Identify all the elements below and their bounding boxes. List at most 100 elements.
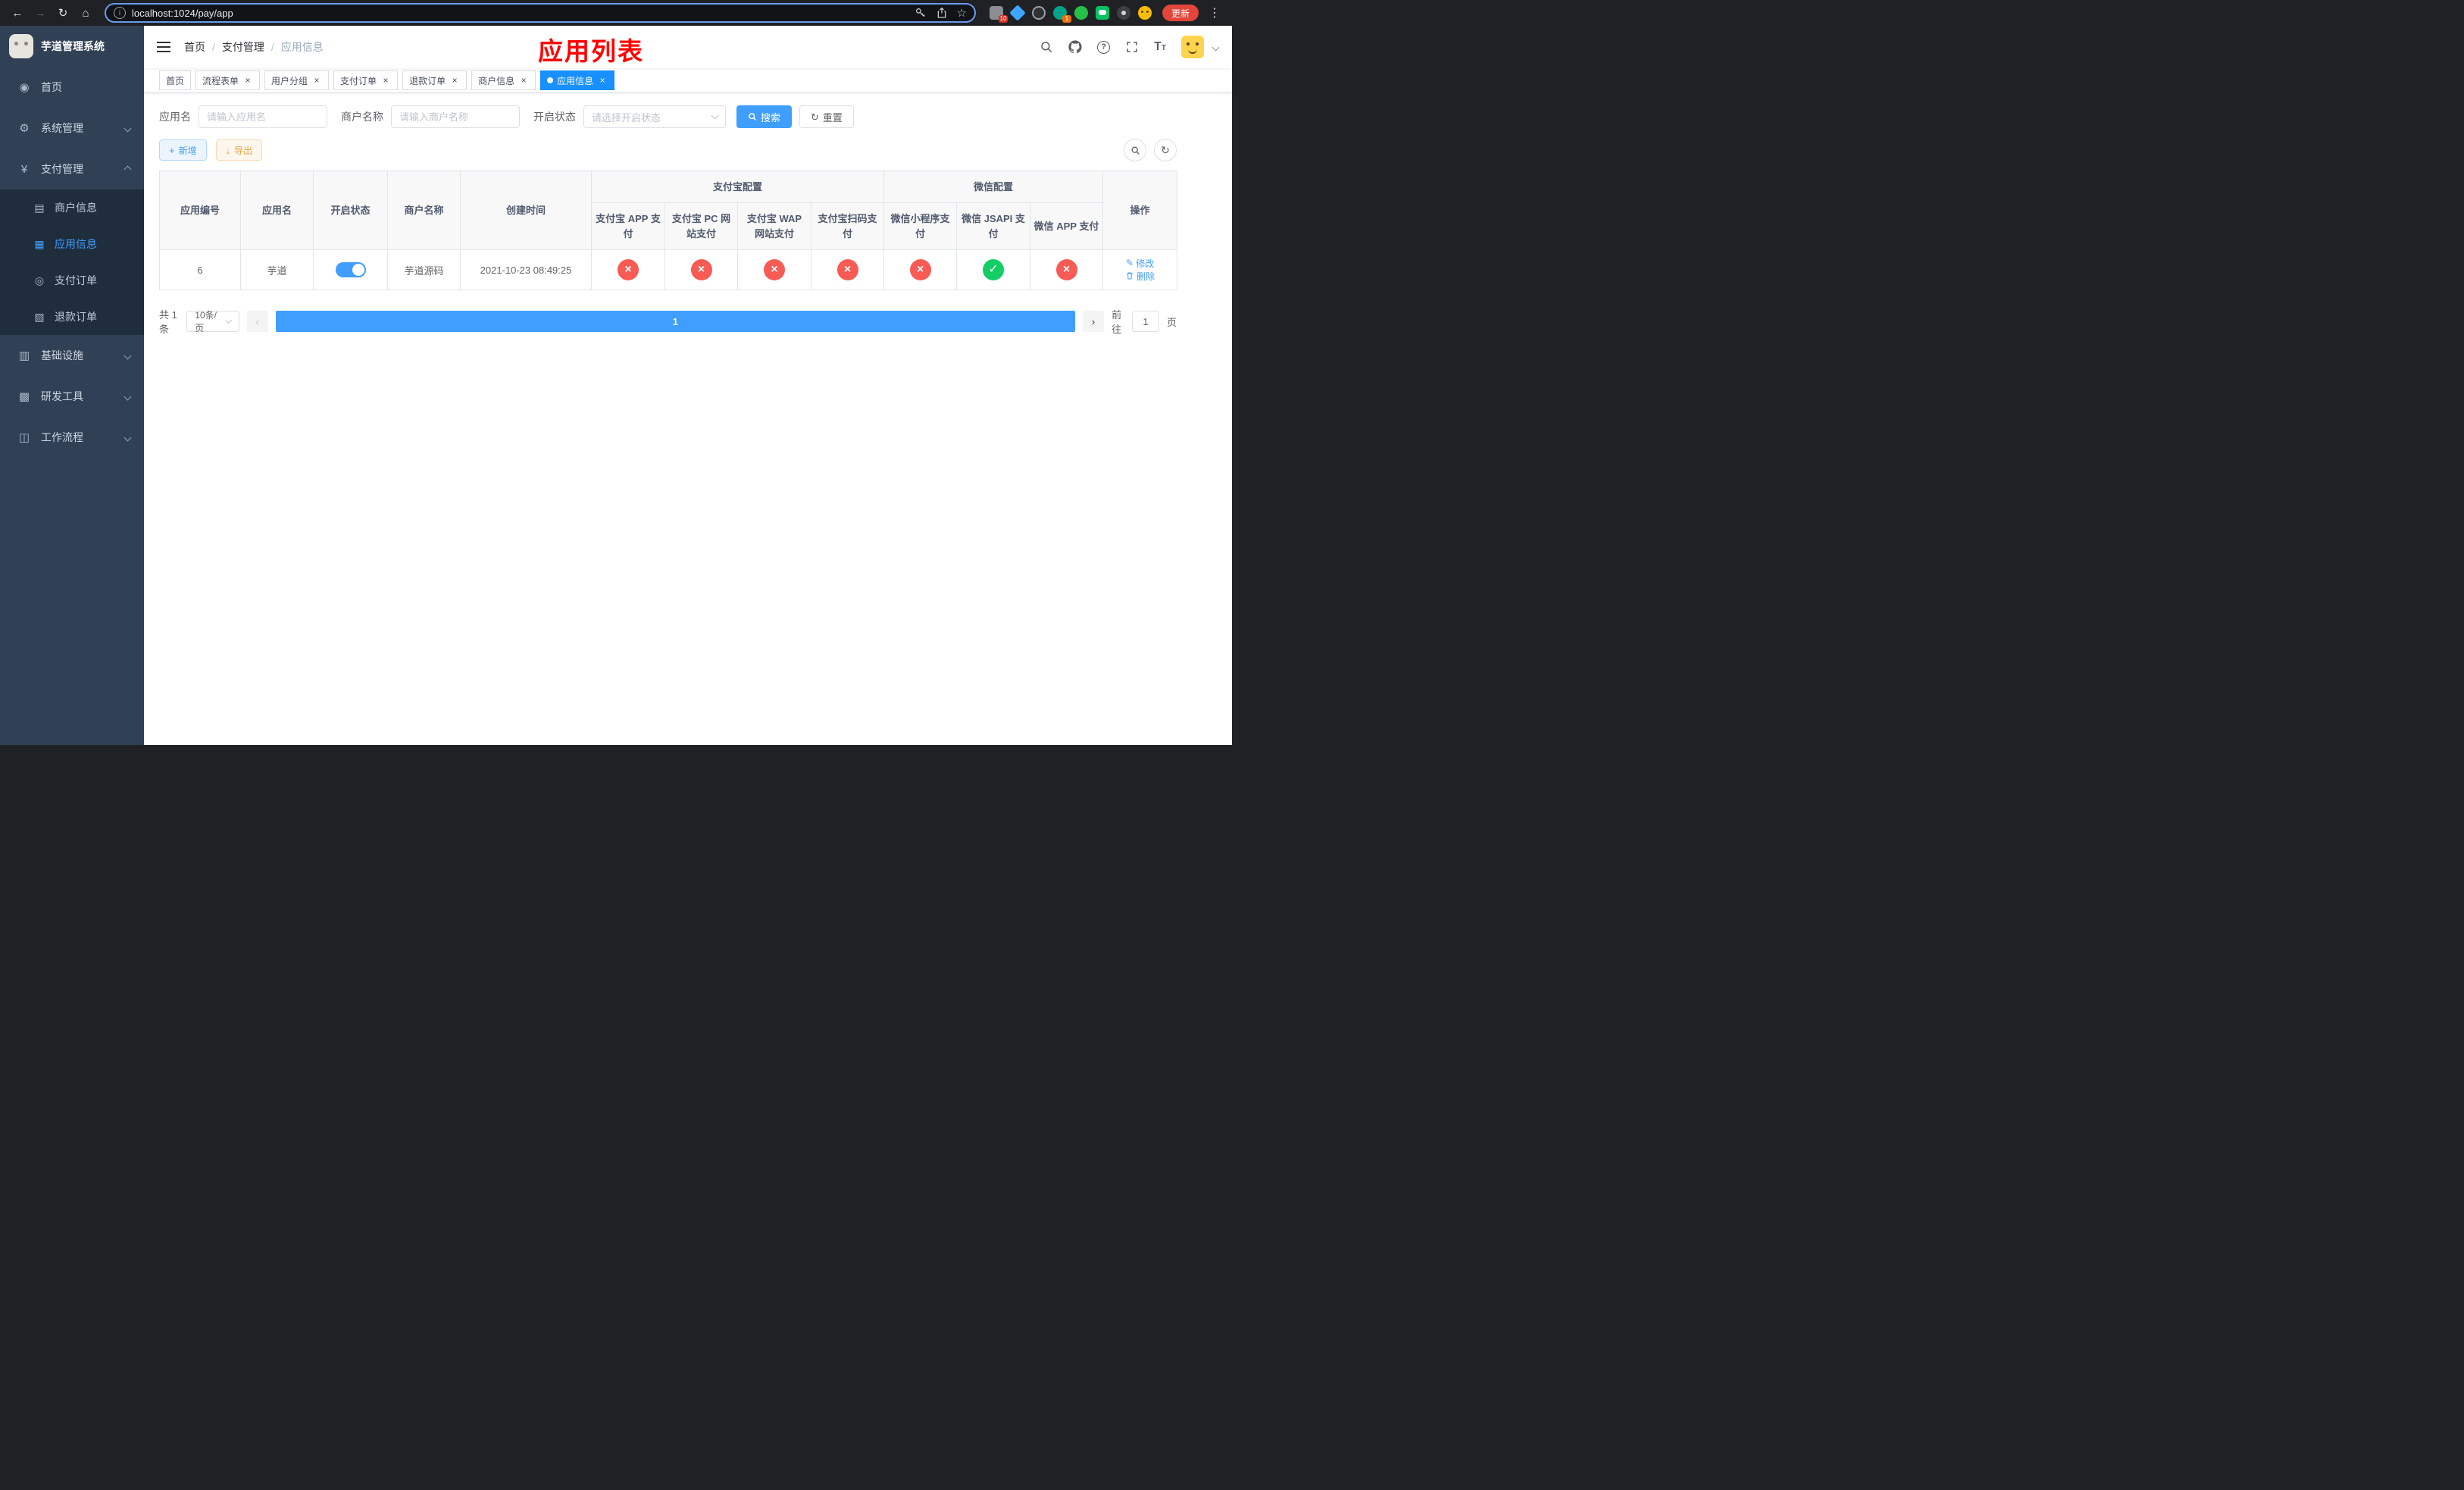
extension-icon-1[interactable]: 10 (989, 6, 1008, 23)
monitor-icon: ▥ (18, 349, 30, 362)
extension-icon-6[interactable] (1095, 6, 1109, 20)
add-button[interactable]: + 新增 (159, 139, 207, 161)
chevron-left-icon: ‹ (255, 315, 259, 327)
search-icon[interactable] (1040, 40, 1053, 54)
forward-icon[interactable]: → (30, 3, 50, 23)
sidebar-item-home[interactable]: ◉ 首页 (0, 67, 144, 108)
tab-pay-order[interactable]: 支付订单 × (333, 70, 399, 90)
sidebar-item-system[interactable]: ⚙ 系统管理 (0, 108, 144, 149)
user-avatar[interactable] (1181, 36, 1204, 58)
tab-merchant-info[interactable]: 商户信息 × (471, 70, 536, 90)
sidebar-item-dev-tools[interactable]: ▩ 研发工具 (0, 376, 144, 417)
tab-close-icon[interactable]: × (449, 75, 460, 86)
back-icon[interactable]: ← (8, 3, 27, 23)
refresh-table-button[interactable]: ↻ (1154, 139, 1177, 161)
search-icon (749, 113, 757, 121)
prev-page-button[interactable]: ‹ (246, 311, 268, 332)
extension-icon-4[interactable]: 1 (1052, 6, 1071, 23)
reset-button[interactable]: ↻ 重置 (799, 105, 854, 128)
sidebar-item-payment[interactable]: ¥ 支付管理 (0, 149, 144, 189)
status-select[interactable]: 请选择开启状态 (583, 105, 726, 128)
export-button[interactable]: ↓ 导出 (215, 139, 263, 161)
font-size-icon[interactable]: TT (1154, 41, 1166, 53)
gear-icon: ⚙ (19, 122, 30, 135)
chevron-down-icon[interactable] (1212, 43, 1220, 51)
column-header: 支付宝扫码支付 (810, 202, 885, 250)
breadcrumb-home[interactable]: 首页 (184, 39, 205, 55)
breadcrumb-separator: / (212, 41, 215, 53)
info-icon[interactable]: i (114, 7, 126, 19)
more-menu-icon[interactable]: ⋮ (1205, 3, 1224, 23)
address-bar[interactable]: i localhost:1024/pay/app ☆ (105, 3, 976, 23)
page-1-button[interactable]: 1 (275, 311, 1076, 332)
sidebar-item-infrastructure[interactable]: ▥ 基础设施 (0, 335, 144, 376)
tab-refund-order[interactable]: 退款订单 × (402, 70, 467, 90)
breadcrumb: 首页 / 支付管理 / 应用信息 (184, 39, 324, 55)
github-icon[interactable] (1068, 40, 1082, 54)
chevron-down-icon (124, 124, 132, 132)
breadcrumb-payment[interactable]: 支付管理 (222, 39, 264, 55)
cell-wechat-jsapi: ✓ (956, 249, 1031, 290)
delete-button-label: 删除 (1137, 271, 1155, 282)
extension-badge: 10 (998, 15, 1008, 23)
extension-icon-7[interactable] (1116, 6, 1130, 20)
sidebar-item-label: 工作流程 (41, 431, 83, 443)
status-toggle[interactable] (335, 262, 366, 277)
sidebar-item-refund-order[interactable]: ▧ 退款订单 (0, 299, 144, 335)
app-name-input[interactable] (199, 105, 327, 128)
tab-close-icon[interactable]: × (597, 75, 608, 86)
update-button[interactable]: 更新 (1162, 5, 1199, 21)
edit-button-label: 修改 (1136, 258, 1155, 269)
tab-close-icon[interactable]: × (311, 75, 322, 86)
key-icon[interactable] (915, 7, 927, 19)
share-icon[interactable] (936, 7, 948, 19)
delete-button[interactable]: 删除 (1125, 270, 1155, 283)
tab-user-group[interactable]: 用户分组 × (264, 70, 330, 90)
sidebar-item-label: 应用信息 (55, 238, 97, 250)
tab-close-icon[interactable]: × (242, 75, 253, 86)
refresh-icon: ↻ (1161, 143, 1170, 156)
sidebar-item-pay-order[interactable]: ◎ 支付订单 (0, 262, 144, 299)
tab-process-form[interactable]: 流程表单 × (195, 70, 261, 90)
document-icon: ▧ (34, 310, 45, 323)
edit-button[interactable]: ✎ 修改 (1126, 257, 1154, 270)
search-button[interactable]: 搜索 (736, 105, 793, 128)
next-page-button[interactable]: › (1083, 311, 1105, 332)
sidebar-item-workflow[interactable]: ◫ 工作流程 (0, 417, 144, 458)
chevron-down-icon (225, 316, 233, 324)
merchant-name-input[interactable] (391, 105, 520, 128)
sidebar-item-label: 退款订单 (55, 311, 97, 323)
reset-button-label: 重置 (822, 111, 843, 124)
column-group-alipay: 支付宝配置 (590, 171, 885, 203)
show-search-button[interactable] (1124, 139, 1146, 161)
fullscreen-icon[interactable] (1125, 40, 1139, 54)
toolbar-right: ↻ (1124, 139, 1177, 161)
sidebar-item-app-info[interactable]: ▦ 应用信息 (0, 226, 144, 262)
sidebar-item-merchant-info[interactable]: ▤ 商户信息 (0, 189, 144, 226)
sidebar-menu: ◉ 首页 ⚙ 系统管理 ¥ 支付管理 ▤ 商户信息 ▦ 应用信息 ◎ 支付订单 … (0, 67, 144, 458)
extension-icon-5[interactable] (1074, 6, 1088, 20)
total-count: 共 1 条 (159, 309, 177, 335)
page-jump-input[interactable] (1131, 311, 1159, 332)
extension-icon-8[interactable] (1137, 6, 1152, 20)
extension-icon-2[interactable] (1009, 5, 1026, 21)
tab-close-icon[interactable]: × (518, 75, 529, 86)
home-icon[interactable]: ⌂ (76, 3, 95, 23)
bookmark-icon[interactable]: ☆ (957, 6, 967, 20)
tab-app-info[interactable]: 应用信息 × (540, 70, 615, 90)
help-icon[interactable]: ? (1097, 40, 1111, 54)
extensions-tray: 10 1 (989, 5, 1152, 23)
column-header: 开启状态 (313, 171, 388, 250)
column-header: 微信小程序支付 (883, 202, 958, 250)
page-content: 应用名 商户名称 开启状态 请选择开启状态 搜索 ↻ 重置 (144, 93, 1232, 745)
extension-icon-3[interactable] (1031, 6, 1046, 20)
app-logo[interactable]: 芋道管理系统 (0, 26, 144, 67)
sidebar-toggle-icon[interactable] (155, 39, 172, 55)
tab-close-icon[interactable]: × (380, 75, 391, 86)
reload-icon[interactable]: ↻ (53, 3, 73, 23)
tab-label: 支付订单 (340, 75, 377, 86)
add-button-label: 新增 (178, 145, 197, 156)
tab-home[interactable]: 首页 (159, 70, 192, 90)
config-status-icon: × (690, 259, 712, 280)
page-size-select[interactable]: 10条/页 (186, 310, 239, 333)
